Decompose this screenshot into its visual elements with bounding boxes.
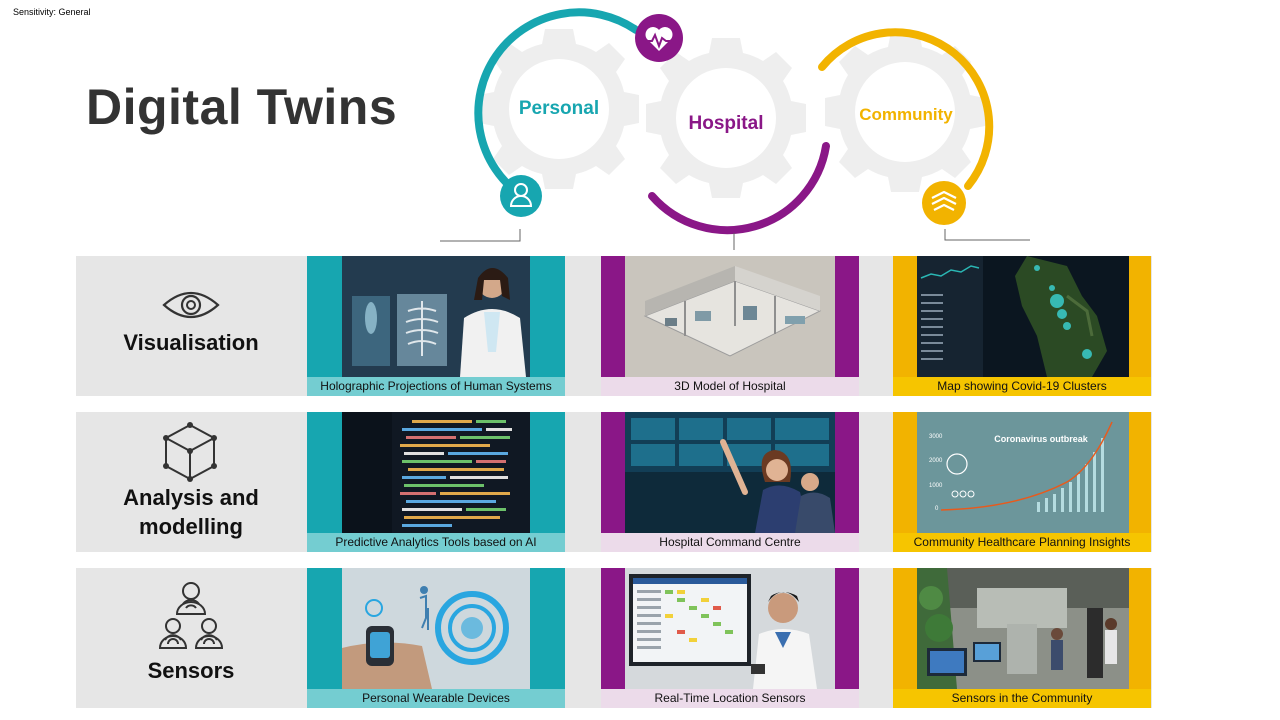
caption-predictive-analytics: Predictive Analytics Tools based on AI	[307, 533, 565, 552]
outbreak-chart-image: Coronavirus outbreak 3000 2000 1000 0	[917, 412, 1129, 533]
card-wearable-devices[interactable]: Personal Wearable Devices	[307, 568, 565, 708]
community-connector	[944, 229, 1030, 241]
caption-community-sensors: Sensors in the Community	[893, 689, 1151, 708]
caption-command-centre: Hospital Command Centre	[601, 533, 859, 552]
community-sensors-image	[917, 568, 1129, 689]
gears-graphic: Personal Hospital Community	[440, 8, 1030, 250]
gear-community-label: Community	[859, 105, 953, 124]
caption-holographic: Holographic Projections of Human Systems	[307, 377, 565, 396]
eye-icon	[162, 292, 220, 318]
outbreak-tick-3000: 3000	[929, 434, 943, 440]
outbreak-tick-2000: 2000	[929, 458, 943, 464]
card-holographic-projections[interactable]: Holographic Projections of Human Systems	[307, 256, 565, 396]
sensor-network-icon	[158, 582, 224, 649]
row-label-sensors: Sensors	[147, 658, 235, 683]
card-predictive-analytics[interactable]: Predictive Analytics Tools based on AI	[307, 412, 565, 552]
location-sensors-image	[625, 568, 835, 689]
person-icon	[500, 175, 542, 217]
personal-connector	[440, 229, 521, 242]
card-planning-insights[interactable]: Coronavirus outbreak 3000 2000 1000 0 Co…	[893, 412, 1151, 552]
gear-personal-label: Personal	[519, 98, 599, 119]
code-screen-image	[342, 412, 530, 533]
caption-covid-map: Map showing Covid-19 Clusters	[893, 377, 1151, 396]
gear-hospital-label: Hospital	[689, 113, 764, 134]
card-covid-map[interactable]: Map showing Covid-19 Clusters	[893, 256, 1151, 396]
card-3d-model-hospital[interactable]: 3D Model of Hospital	[601, 256, 859, 396]
card-community-sensors[interactable]: Sensors in the Community	[893, 568, 1151, 708]
caption-planning-insights: Community Healthcare Planning Insights	[893, 533, 1151, 552]
caption-location-sensors: Real-Time Location Sensors	[601, 689, 859, 708]
card-command-centre[interactable]: Hospital Command Centre	[601, 412, 859, 552]
hospital-3d-model-image	[625, 256, 835, 377]
command-centre-image	[625, 412, 835, 533]
wearable-device-image	[342, 568, 530, 689]
sensitivity-label: Sensitivity: General	[13, 7, 91, 17]
row-label-analysis: Analysis and modelling	[123, 485, 259, 539]
heart-monitor-icon	[635, 14, 683, 62]
card-location-sensors[interactable]: Real-Time Location Sensors	[601, 568, 859, 708]
outbreak-tick-1000: 1000	[929, 483, 943, 489]
cube-icon	[163, 422, 217, 482]
row-label-visualisation: Visualisation	[123, 330, 259, 355]
caption-3d-model: 3D Model of Hospital	[601, 377, 859, 396]
page-title: Digital Twins	[86, 79, 398, 135]
handshake-icon	[922, 181, 966, 225]
holographic-doctor-image	[342, 256, 530, 377]
caption-wearable-devices: Personal Wearable Devices	[307, 689, 565, 708]
covid-map-image	[917, 256, 1129, 377]
outbreak-title: Coronavirus outbreak	[994, 434, 1089, 444]
